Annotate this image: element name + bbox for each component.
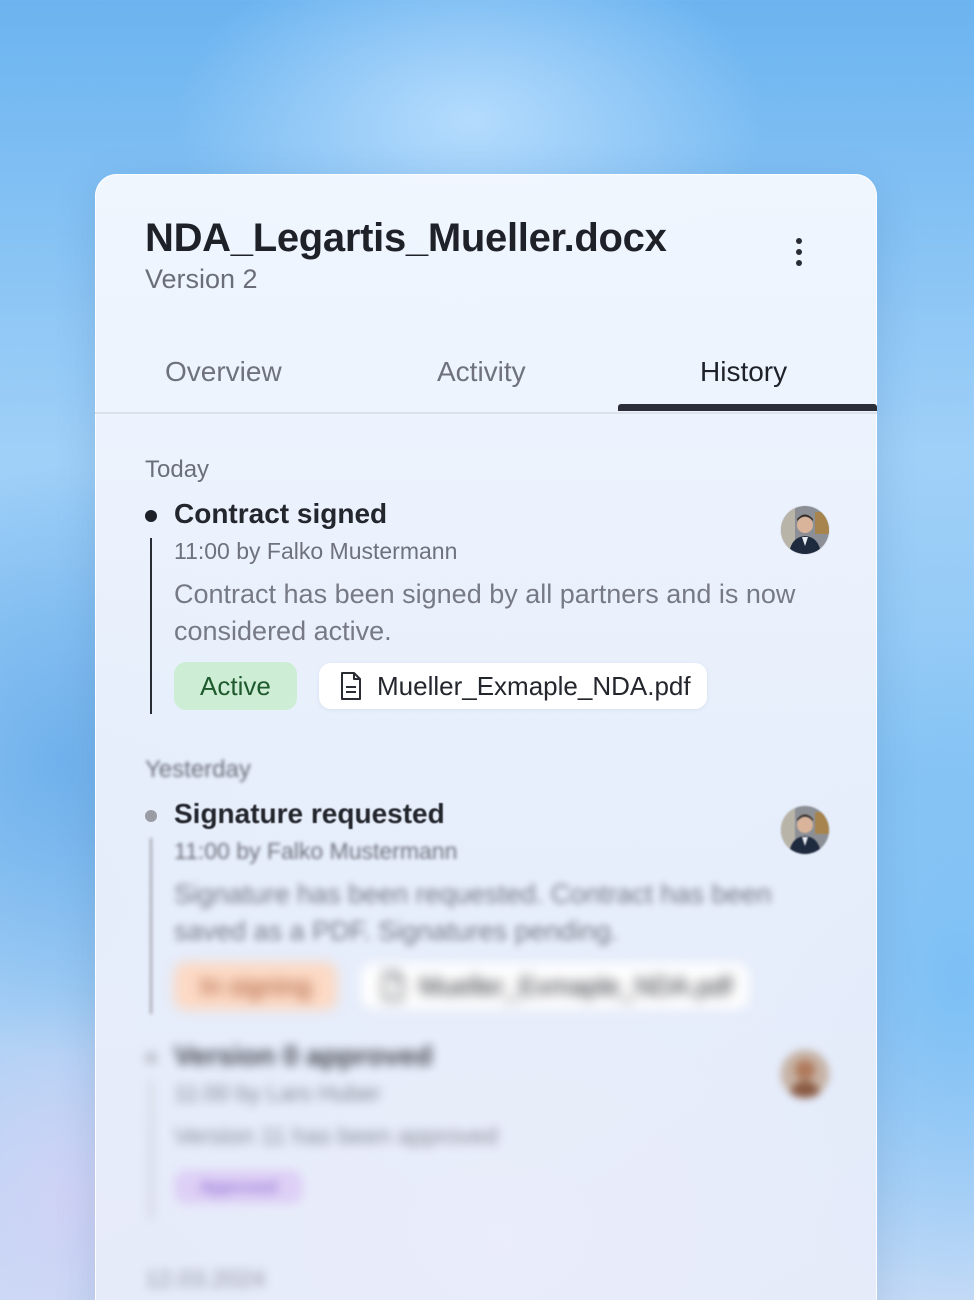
timeline-line bbox=[150, 538, 152, 714]
more-dot bbox=[796, 260, 802, 266]
tab-history[interactable]: History bbox=[700, 356, 787, 388]
entry-title: Contract signed bbox=[174, 498, 388, 529]
document-icon bbox=[341, 672, 361, 700]
timeline-line bbox=[150, 838, 152, 1014]
file-attachment[interactable]: Mueller_Exmaple_NDA.pdf bbox=[319, 663, 707, 709]
entry-meta: 11:00 by Lars Huber bbox=[174, 1080, 381, 1106]
active-tab-indicator bbox=[618, 404, 877, 411]
tab-activity[interactable]: Activity bbox=[437, 356, 526, 388]
entry-description: Signature has been requested. Contract h… bbox=[174, 879, 772, 946]
timeline-line bbox=[150, 1080, 152, 1220]
document-version: Version 2 bbox=[145, 264, 258, 294]
timeline-dot bbox=[145, 810, 157, 822]
entry-meta: 11:00 by Falko Mustermann bbox=[174, 838, 458, 864]
entry-title: Signature requested bbox=[174, 798, 445, 829]
history-entry[interactable]: Signature requested 11:00 by Falko Muste… bbox=[145, 798, 835, 1014]
more-dot bbox=[796, 238, 802, 244]
tab-overview[interactable]: Overview bbox=[165, 356, 282, 388]
more-dot bbox=[796, 249, 802, 255]
entry-meta: 11:00 by Falko Mustermann bbox=[174, 538, 458, 564]
group-label-date: 12.03.2024 bbox=[145, 1266, 266, 1293]
status-badge: In signing bbox=[174, 962, 338, 1010]
avatar bbox=[781, 506, 829, 554]
entry-description: Version 11 has been approved bbox=[174, 1123, 498, 1150]
avatar bbox=[781, 1050, 829, 1098]
more-vertical-icon[interactable] bbox=[785, 232, 813, 272]
status-badge: Approved bbox=[174, 1170, 304, 1204]
document-history-card: NDA_Legartis_Mueller.docx Version 2 Over… bbox=[95, 174, 877, 1300]
file-name: Mueller_Exmaple_NDA.pdf bbox=[419, 970, 733, 1001]
entry-title: Version 0 approved bbox=[174, 1040, 433, 1071]
tab-bar: Overview Activity History bbox=[95, 344, 877, 414]
group-label-today: Today bbox=[145, 456, 210, 483]
avatar bbox=[781, 806, 829, 854]
group-label-yesterday: Yesterday bbox=[145, 756, 251, 783]
history-entry[interactable]: Version 0 approved 11:00 by Lars Huber V… bbox=[145, 1040, 835, 1222]
history-entry[interactable]: Contract signed 11:00 by Falko Musterman… bbox=[145, 498, 835, 714]
document-icon bbox=[383, 972, 403, 1000]
document-header: NDA_Legartis_Mueller.docx Version 2 bbox=[145, 214, 667, 296]
file-name: Mueller_Exmaple_NDA.pdf bbox=[377, 670, 691, 701]
status-badge: Active bbox=[174, 662, 297, 710]
file-attachment[interactable]: Mueller_Exmaple_NDA.pdf bbox=[361, 963, 749, 1009]
timeline-dot bbox=[145, 510, 157, 522]
timeline-dot bbox=[145, 1052, 157, 1064]
document-title: NDA_Legartis_Mueller.docx bbox=[145, 216, 667, 260]
entry-description: Contract has been signed by all partners… bbox=[174, 579, 796, 646]
